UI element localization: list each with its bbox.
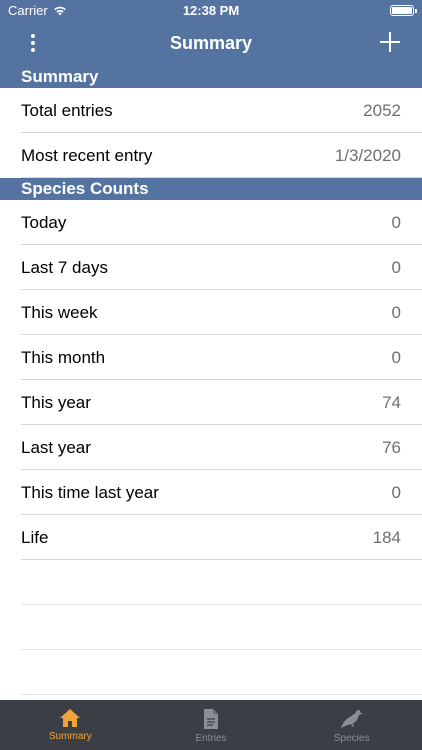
section-header-summary: Summary [0,66,422,88]
row-value: 0 [391,212,401,232]
row-value: 0 [391,302,401,322]
list-row-life[interactable]: Life 184 [0,515,422,560]
section-header-species-counts: Species Counts [0,178,422,200]
list-row-last-7-days[interactable]: Last 7 days 0 [0,245,422,290]
status-time: 12:38 PM [182,3,240,18]
tab-label: Summary [48,731,92,742]
empty-list-row [0,650,422,695]
row-label: This month [21,347,106,367]
list-row-this-month[interactable]: This month 0 [0,335,422,380]
tab-summary[interactable]: Summary [0,700,141,750]
tab-label: Entries [195,733,227,744]
row-label: Most recent entry [21,145,153,165]
row-label: Total entries [21,100,113,120]
empty-list-row [0,605,422,650]
battery-icon [390,5,417,16]
home-icon [60,709,81,727]
list-row-today[interactable]: Today 0 [0,200,422,245]
tab-bar: Summary Entries Species [0,700,422,750]
row-value: 0 [391,482,401,502]
row-value: 2052 [363,100,401,120]
list-row-total-entries: Total entries 2052 [0,88,422,133]
empty-list-row [0,560,422,605]
row-label: Life [21,527,49,547]
summary-list: Summary Total entries 2052 Most recent e… [0,66,422,700]
row-value: 0 [391,257,401,277]
row-value: 74 [382,392,401,412]
row-label: This week [21,302,98,322]
page-title: Summary [169,33,253,53]
row-value: 184 [372,527,401,547]
bird-icon [340,710,363,728]
row-value: 1/3/2020 [334,145,401,165]
add-button[interactable] [378,30,402,54]
list-row-most-recent-entry[interactable]: Most recent entry 1/3/2020 [0,133,422,178]
row-label: Last 7 days [21,257,108,277]
row-label: This time last year [21,482,159,502]
list-row-this-week[interactable]: This week 0 [0,290,422,335]
row-label: This year [21,392,91,412]
row-value: 76 [382,437,401,457]
row-label: Last year [21,437,91,457]
tab-entries[interactable]: Entries [141,700,282,750]
status-bar: Carrier 12:38 PM [0,0,422,20]
document-icon [204,709,218,729]
list-row-last-year[interactable]: Last year 76 [0,425,422,470]
list-row-this-time-last-year[interactable]: This time last year 0 [0,470,422,515]
tab-label: Species [333,733,370,744]
tab-species[interactable]: Species [281,700,422,750]
row-label: Today [21,212,67,232]
navigation-bar: Summary [0,20,422,66]
list-row-this-year[interactable]: This year 74 [0,380,422,425]
row-value: 0 [391,347,401,367]
